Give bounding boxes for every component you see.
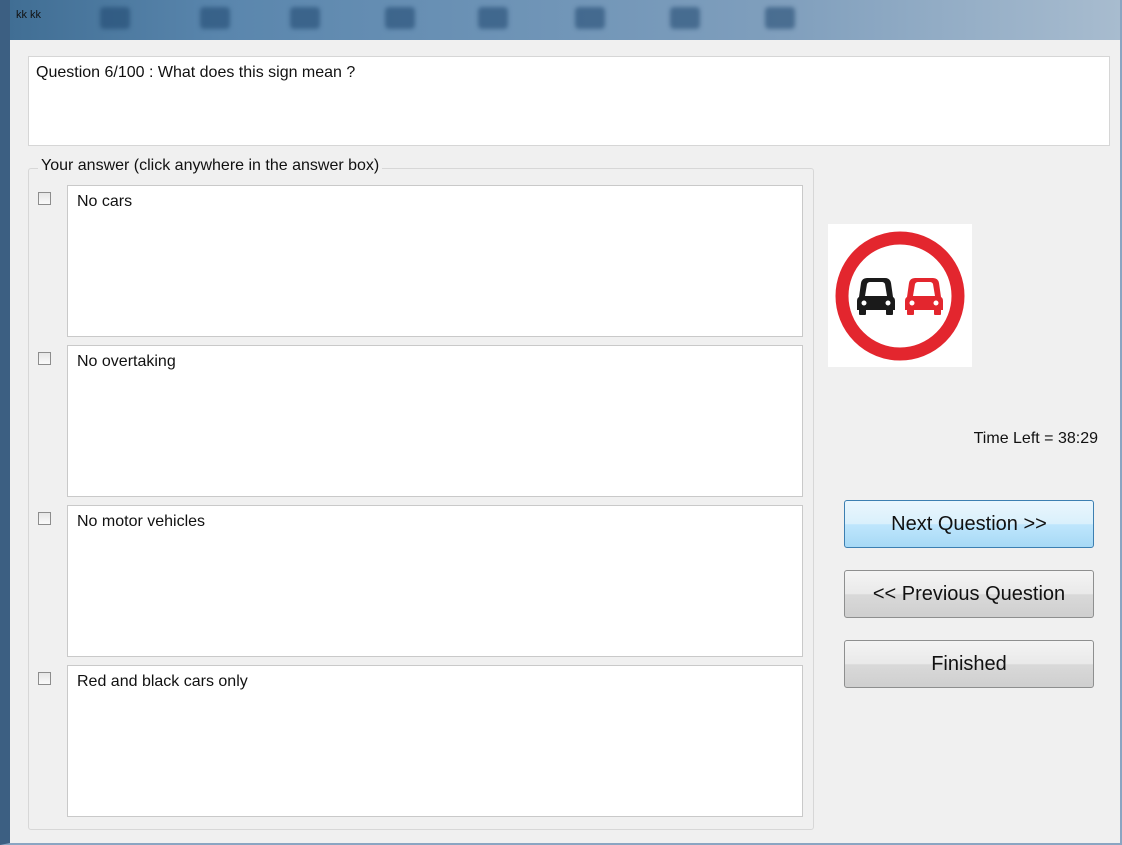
next-question-button[interactable]: Next Question >> [844,500,1094,548]
answer-box-3[interactable]: No motor vehicles [67,505,803,657]
answer-checkbox-1[interactable] [38,192,51,205]
answer-checkbox-4[interactable] [38,672,51,685]
taskbar-thumbnail-icon [385,7,415,29]
answers-group-title: Your answer (click anywhere in the answe… [38,157,383,175]
taskbar-thumbnail-icon [200,7,230,29]
taskbar-thumbnail-icon [100,7,130,29]
window-title: kk kk [16,9,42,21]
taskbar-thumbnail-icon [478,7,508,29]
answer-text: No motor vehicles [77,513,206,530]
answer-checkbox-2[interactable] [38,352,51,365]
no-overtaking-sign-icon [828,224,972,367]
title-bar[interactable]: kk kk [0,0,1122,40]
question-box: Question 6/100 : What does this sign mea… [28,56,1110,146]
taskbar-thumbnail-icon [670,7,700,29]
answer-checkbox-3[interactable] [38,512,51,525]
answer-box-1[interactable]: No cars [67,185,803,337]
question-text: Question 6/100 : What does this sign mea… [36,64,356,81]
previous-question-button[interactable]: << Previous Question [844,570,1094,618]
answer-text: No cars [77,193,133,210]
answer-text: Red and black cars only [77,673,248,690]
taskbar-thumbnail-icon [290,7,320,29]
time-left-label: Time Left = 38:29 [973,430,1098,447]
answer-text: No overtaking [77,353,176,370]
answer-box-2[interactable]: No overtaking [67,345,803,497]
finished-button[interactable]: Finished [844,640,1094,688]
taskbar-thumbnail-icon [765,7,795,29]
answer-box-4[interactable]: Red and black cars only [67,665,803,817]
taskbar-thumbnail-icon [575,7,605,29]
